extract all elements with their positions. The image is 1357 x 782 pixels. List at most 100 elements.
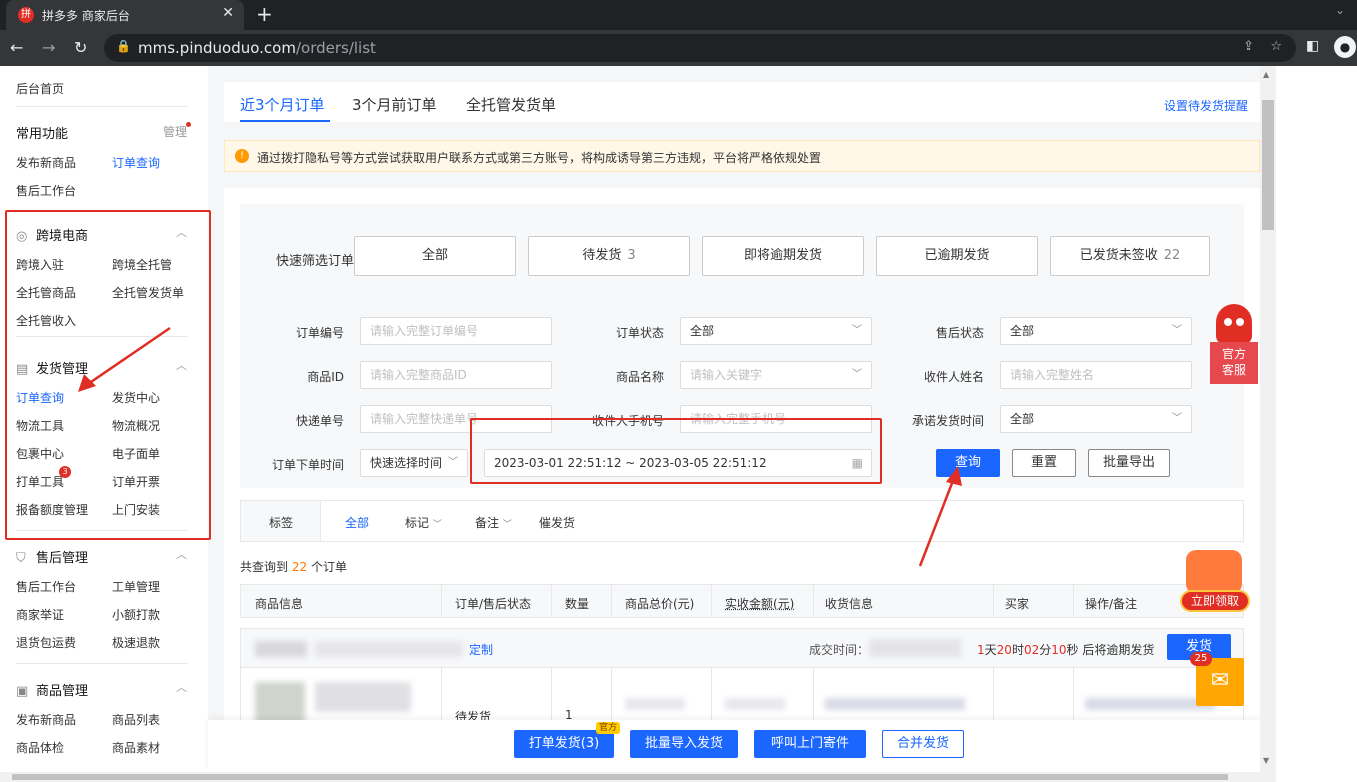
th-goods: 商品信息 bbox=[255, 597, 304, 611]
vertical-scrollbar[interactable]: ▲ ▼ bbox=[1260, 66, 1276, 782]
query-button[interactable]: 查询 bbox=[936, 449, 1000, 477]
goods-name-select[interactable]: 请输入关键字 ﹀ bbox=[680, 361, 872, 389]
result-count: 共查询到 22 个订单 bbox=[240, 560, 347, 574]
forward-icon[interactable]: → bbox=[42, 38, 55, 57]
browser-tabbar: 拼 拼多多 商家后台 ✕ + ⌄ bbox=[0, 0, 1357, 30]
quick-time-select[interactable]: 快速选择时间 ﹀ bbox=[360, 449, 468, 477]
message-count-badge: 25 bbox=[1190, 652, 1212, 666]
scroll-thumb[interactable] bbox=[1262, 100, 1274, 230]
divider bbox=[16, 663, 188, 664]
tab-managed-ship[interactable]: 全托管发货单 bbox=[466, 94, 556, 115]
set-reminder-link[interactable]: 设置待发货提醒 bbox=[1164, 97, 1248, 114]
new-tab-icon[interactable]: + bbox=[256, 2, 273, 26]
deal-time-label: 成交时间： bbox=[809, 643, 870, 657]
promise-time-select[interactable]: 全部 ﹀ bbox=[1000, 405, 1192, 433]
th-shipping-info: 收货信息 bbox=[825, 597, 874, 611]
sidebar-item-goods-list[interactable]: 商品列表 bbox=[112, 711, 160, 728]
batch-import-ship-button[interactable]: 批量导入发货 bbox=[630, 730, 738, 758]
sidebar-item-goods-material[interactable]: 商品素材 bbox=[112, 739, 160, 756]
order-time-label: 订单下单时间 bbox=[271, 458, 344, 472]
bookmark-star-icon[interactable]: ☆ bbox=[1270, 39, 1282, 54]
annotation-red-box-date bbox=[470, 418, 882, 484]
scroll-thumb[interactable] bbox=[12, 774, 1228, 780]
th-buyer: 买家 bbox=[1005, 597, 1030, 611]
sidebar-item-return-fee[interactable]: 退货包运费 bbox=[16, 634, 76, 651]
url-host: mms.pinduoduo.com bbox=[138, 39, 296, 57]
tab-before-3-months[interactable]: 3个月前订单 bbox=[352, 94, 437, 115]
th-actions: 操作/备注 bbox=[1085, 597, 1138, 611]
sidebar-item-order-query[interactable]: 订单查询 bbox=[112, 154, 160, 171]
chevron-up-icon[interactable]: ︿ bbox=[176, 679, 187, 695]
bottom-action-bar: 打单发货(3) 官方 批量导入发货 呼叫上门寄件 合并发货 bbox=[208, 720, 1260, 772]
back-icon[interactable]: ← bbox=[10, 38, 23, 57]
sidebar-item-publish2[interactable]: 发布新商品 bbox=[16, 711, 76, 728]
profile-avatar[interactable]: ● bbox=[1334, 36, 1356, 58]
quick-filter-pending[interactable]: 待发货 3 bbox=[528, 236, 690, 276]
sidebar-item-ticket[interactable]: 工单管理 bbox=[112, 578, 160, 595]
batch-export-button[interactable]: 批量导出 bbox=[1088, 449, 1170, 477]
sidebar-section-aftersale[interactable]: ⛉ 售后管理 bbox=[16, 547, 88, 566]
quick-filter-all[interactable]: 全部 bbox=[354, 236, 516, 276]
order-status-select[interactable]: 全部 ﹀ bbox=[680, 317, 872, 345]
warning-notice: ! 通过拨打隐私号等方式尝试获取用户联系方式或第三方账号，将构成诱导第三方违规，… bbox=[224, 140, 1260, 172]
call-pickup-button[interactable]: 呼叫上门寄件 bbox=[754, 730, 866, 758]
sidebar-section-common: 常用功能 bbox=[16, 127, 69, 142]
blurred-goods-title bbox=[315, 682, 411, 712]
blurred-order-no bbox=[315, 641, 463, 657]
tag-mark-dropdown[interactable]: 标记 ﹀ bbox=[405, 514, 442, 531]
sidebar-item-aftersale-desk2[interactable]: 售后工作台 bbox=[16, 578, 76, 595]
sidepanel-icon[interactable]: ◧ bbox=[1306, 38, 1319, 54]
tag-all[interactable]: 全部 bbox=[345, 514, 369, 531]
sidebar-item-goods-check[interactable]: 商品体检 bbox=[16, 739, 64, 756]
sidebar-item-evidence[interactable]: 商家举证 bbox=[16, 606, 64, 623]
sidebar-item-aftersale-desk[interactable]: 售后工作台 bbox=[16, 182, 76, 199]
tag-remark-dropdown[interactable]: 备注 ﹀ bbox=[475, 514, 512, 531]
scroll-up-icon[interactable]: ▲ bbox=[1263, 70, 1269, 79]
quick-filter-soon-overdue[interactable]: 即将逾期发货 bbox=[702, 236, 864, 276]
coupon-promo[interactable]: 立即领取 bbox=[1180, 550, 1250, 616]
tab-search-icon[interactable]: ⌄ bbox=[1335, 3, 1345, 17]
chevron-down-icon: ﹀ bbox=[448, 457, 458, 468]
receiver-name-input[interactable]: 请输入完整姓名 bbox=[1000, 361, 1192, 389]
browser-tab[interactable]: 拼 拼多多 商家后台 ✕ bbox=[6, 0, 244, 30]
horizontal-scrollbar[interactable] bbox=[0, 772, 1260, 782]
divider bbox=[16, 106, 188, 107]
sidebar-item-publish[interactable]: 发布新商品 bbox=[16, 154, 76, 171]
goods-name-label: 商品名称 bbox=[615, 370, 664, 384]
aftersale-status-select[interactable]: 全部 ﹀ bbox=[1000, 317, 1192, 345]
blurred-order-no bbox=[255, 641, 307, 657]
lock-icon: 🔒 bbox=[116, 39, 131, 53]
goods-id-label: 商品ID bbox=[307, 370, 344, 384]
chevron-up-icon[interactable]: ︿ bbox=[176, 546, 187, 562]
tab-title: 拼多多 商家后台 bbox=[42, 9, 130, 23]
reload-icon[interactable]: ↻ bbox=[74, 38, 87, 57]
notice-text: 通过拨打隐私号等方式尝试获取用户联系方式或第三方账号，将构成诱导第三方违规，平台… bbox=[257, 151, 822, 165]
official-customer-service[interactable]: 官方 客服 bbox=[1210, 304, 1258, 388]
tag-urge[interactable]: 催发货 bbox=[539, 514, 575, 531]
claim-now-label: 立即领取 bbox=[1180, 590, 1250, 612]
message-mail-button[interactable]: ✉ 25 bbox=[1190, 652, 1244, 706]
order-status-label: 订单状态 bbox=[615, 326, 664, 340]
quick-filter-shipped-unsigned[interactable]: 已发货未签收 22 bbox=[1050, 236, 1210, 276]
share-icon[interactable]: ⇪ bbox=[1243, 39, 1254, 54]
url-field[interactable]: 🔒 mms.pinduoduo.com/orders/list ⇪ ☆ bbox=[104, 34, 1296, 62]
scroll-down-icon[interactable]: ▼ bbox=[1263, 756, 1269, 765]
goods-id-input[interactable]: 请输入完整商品ID bbox=[360, 361, 552, 389]
close-tab-icon[interactable]: ✕ bbox=[222, 5, 234, 21]
print-ship-button[interactable]: 打单发货(3) bbox=[514, 730, 614, 758]
sidebar-section-goods[interactable]: ▣ 商品管理 bbox=[16, 680, 88, 699]
red-envelope-icon bbox=[1186, 550, 1242, 594]
order-no-input[interactable]: 请输入完整订单编号 bbox=[360, 317, 552, 345]
red-dot bbox=[186, 122, 191, 127]
th-received[interactable]: 实收金额(元) bbox=[725, 595, 794, 612]
merge-ship-button[interactable]: 合并发货 bbox=[882, 730, 964, 758]
tab-recent-3-months[interactable]: 近3个月订单 bbox=[240, 94, 325, 115]
sidebar-item-small-pay[interactable]: 小额打款 bbox=[112, 606, 160, 623]
sidebar-item-home[interactable]: 后台首页 bbox=[16, 80, 64, 97]
chevron-down-icon: ﹀ bbox=[852, 325, 862, 336]
quick-filter-overdue[interactable]: 已逾期发货 bbox=[876, 236, 1038, 276]
custom-link[interactable]: 定制 bbox=[469, 641, 493, 658]
reset-button[interactable]: 重置 bbox=[1012, 449, 1076, 477]
manage-link[interactable]: 管理 bbox=[163, 123, 187, 140]
sidebar-item-fast-refund[interactable]: 极速退款 bbox=[112, 634, 160, 651]
